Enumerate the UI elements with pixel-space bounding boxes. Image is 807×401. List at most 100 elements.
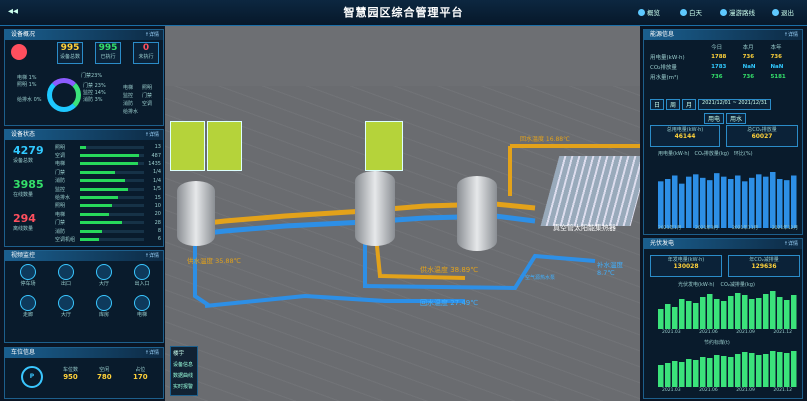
bar <box>714 355 720 387</box>
camera-icon <box>20 264 36 280</box>
bar <box>791 351 797 387</box>
nav-overview[interactable]: 概览 <box>638 7 660 17</box>
bar <box>784 180 790 228</box>
camera-icon <box>96 295 112 311</box>
tab-power[interactable]: 用电 <box>704 113 725 124</box>
scene-label: 空气源热水泵 <box>525 275 556 281</box>
camera-icon <box>134 264 150 280</box>
bar <box>721 301 727 329</box>
tab-water[interactable]: 用水 <box>726 113 747 124</box>
details-link[interactable]: ↑详情 <box>145 30 159 40</box>
alarm-icon[interactable] <box>11 44 27 60</box>
bar <box>784 300 790 329</box>
nav-exit[interactable]: 退出 <box>772 7 794 17</box>
object-popup: 楼宇 设备信息 数据曲线 实时报警 <box>170 346 198 396</box>
bar <box>721 356 727 387</box>
details-link[interactable]: ↑详情 <box>784 30 798 40</box>
camera-icon <box>58 264 74 280</box>
bar <box>749 353 755 387</box>
details-link[interactable]: ↑详情 <box>145 348 159 358</box>
bar <box>742 181 748 228</box>
bar <box>707 358 713 387</box>
camera-item[interactable]: 出入口 <box>123 264 161 287</box>
details-link[interactable]: ↑详情 <box>145 130 159 140</box>
nav-roaming[interactable]: 漫游路线 <box>720 7 755 17</box>
popup-item[interactable]: 数据曲线 <box>171 370 197 381</box>
bar <box>658 365 664 387</box>
camera-item[interactable]: 走廊 <box>9 295 47 318</box>
details-link[interactable]: ↑详情 <box>145 251 159 261</box>
stat-executed: 995 已执行 <box>95 42 121 64</box>
panel-header: 设备概况 ↑详情 <box>5 30 163 40</box>
camera-item[interactable]: 大厅 <box>85 264 123 287</box>
tab-month[interactable]: 月 <box>682 99 697 110</box>
nav-day[interactable]: 白天 <box>680 7 702 17</box>
bar <box>658 181 664 228</box>
kpi-total-co2: 总CO₂排放量 60027 <box>726 125 798 147</box>
energy-table: 今日 本月 本年 用电量(kW·h) 1788 736 736 CO₂排放量 1783 NaN… <box>650 45 786 81</box>
bar <box>693 360 699 387</box>
bar <box>665 179 671 228</box>
bar <box>749 177 755 228</box>
bar <box>700 177 706 228</box>
equipment-row: 门禁 28 <box>55 219 161 227</box>
bar <box>756 298 762 329</box>
bar <box>679 299 685 329</box>
sun-icon <box>680 8 687 16</box>
camera-icon <box>96 264 112 280</box>
bar <box>756 355 762 387</box>
popup-item[interactable]: 实时报警 <box>171 381 197 392</box>
bar <box>770 291 776 329</box>
kpi-pv-generation: 年发电量(kW·h) 130028 <box>650 255 722 277</box>
camera-item[interactable]: 大厅 <box>47 295 85 318</box>
bar <box>700 357 706 387</box>
bar <box>763 354 769 387</box>
camera-icon <box>20 295 36 311</box>
kpi-online: 3985 在线数量 <box>13 178 44 198</box>
energy-bar-chart <box>658 172 797 228</box>
parking-panel: 车位信息 ↑详情 P 车位数 950 空闲 780 占位 170 <box>4 347 164 399</box>
date-range-input[interactable]: 2021/12/01 ~ 2021/12/31 <box>698 99 772 110</box>
tab-day[interactable]: 日 <box>650 99 665 110</box>
bar <box>791 295 797 329</box>
bar <box>735 293 741 329</box>
bar <box>714 299 720 329</box>
details-link[interactable]: ↑详情 <box>784 239 798 249</box>
scene-3d[interactable]: 供水温度 35.88℃ 回水温度 27.49℃ 供水温度 38.89℃ 回水温度… <box>165 26 640 401</box>
bar <box>700 297 706 329</box>
bar <box>686 359 692 387</box>
bar <box>777 179 783 228</box>
scene-label: 供水温度 35.88℃ <box>187 257 241 265</box>
bar <box>735 175 741 228</box>
equipment-rows: 照明 13 空调 487 电梯 1435 门禁 1/4 消防 1/4 监控 1/5 给排水 15 照明 10 电… <box>55 143 161 244</box>
bar <box>770 351 776 387</box>
kpi-total: 4279 设备总数 <box>13 144 44 164</box>
camera-item[interactable]: 停车场 <box>9 264 47 287</box>
bar <box>693 303 699 329</box>
equipment-row: 消防 1/4 <box>55 177 161 185</box>
equipment-row: 电梯 1435 <box>55 160 161 168</box>
bar <box>770 172 776 228</box>
bar <box>735 354 741 387</box>
bar <box>672 307 678 329</box>
legend: 电梯 照明 监控 门禁 消防 空调 给排水 <box>123 85 153 115</box>
top-bar: ◀◀ 智慧园区综合管理平台 概览 白天 漫游路线 退出 <box>0 0 807 26</box>
camera-item[interactable]: 出口 <box>47 264 85 287</box>
tab-week[interactable]: 周 <box>666 99 681 110</box>
energy-panel: 能源信息 ↑详情 今日 本月 本年 用电量(kW·h) 1788 736 736 CO₂排放… <box>643 29 803 235</box>
equipment-row: 空调机组 6 <box>55 236 161 243</box>
equipment-row: 监控 1/5 <box>55 186 161 193</box>
scene-label: 供水温度 38.89℃ <box>420 266 479 274</box>
bar <box>721 176 727 228</box>
bar <box>693 174 699 228</box>
scene-label: 真空管太阳能集热器 <box>553 224 616 232</box>
bar <box>728 296 734 329</box>
camera-icon <box>134 295 150 311</box>
kpi-offline: 294 离线数量 <box>13 212 36 232</box>
bar <box>742 352 748 387</box>
equipment-row: 给排水 15 <box>55 194 161 202</box>
camera-item[interactable]: 电梯 <box>123 295 161 318</box>
stat-total: 995 设备总数 <box>57 42 83 64</box>
camera-item[interactable]: 库房 <box>85 295 123 318</box>
popup-item[interactable]: 设备信息 <box>171 359 197 370</box>
